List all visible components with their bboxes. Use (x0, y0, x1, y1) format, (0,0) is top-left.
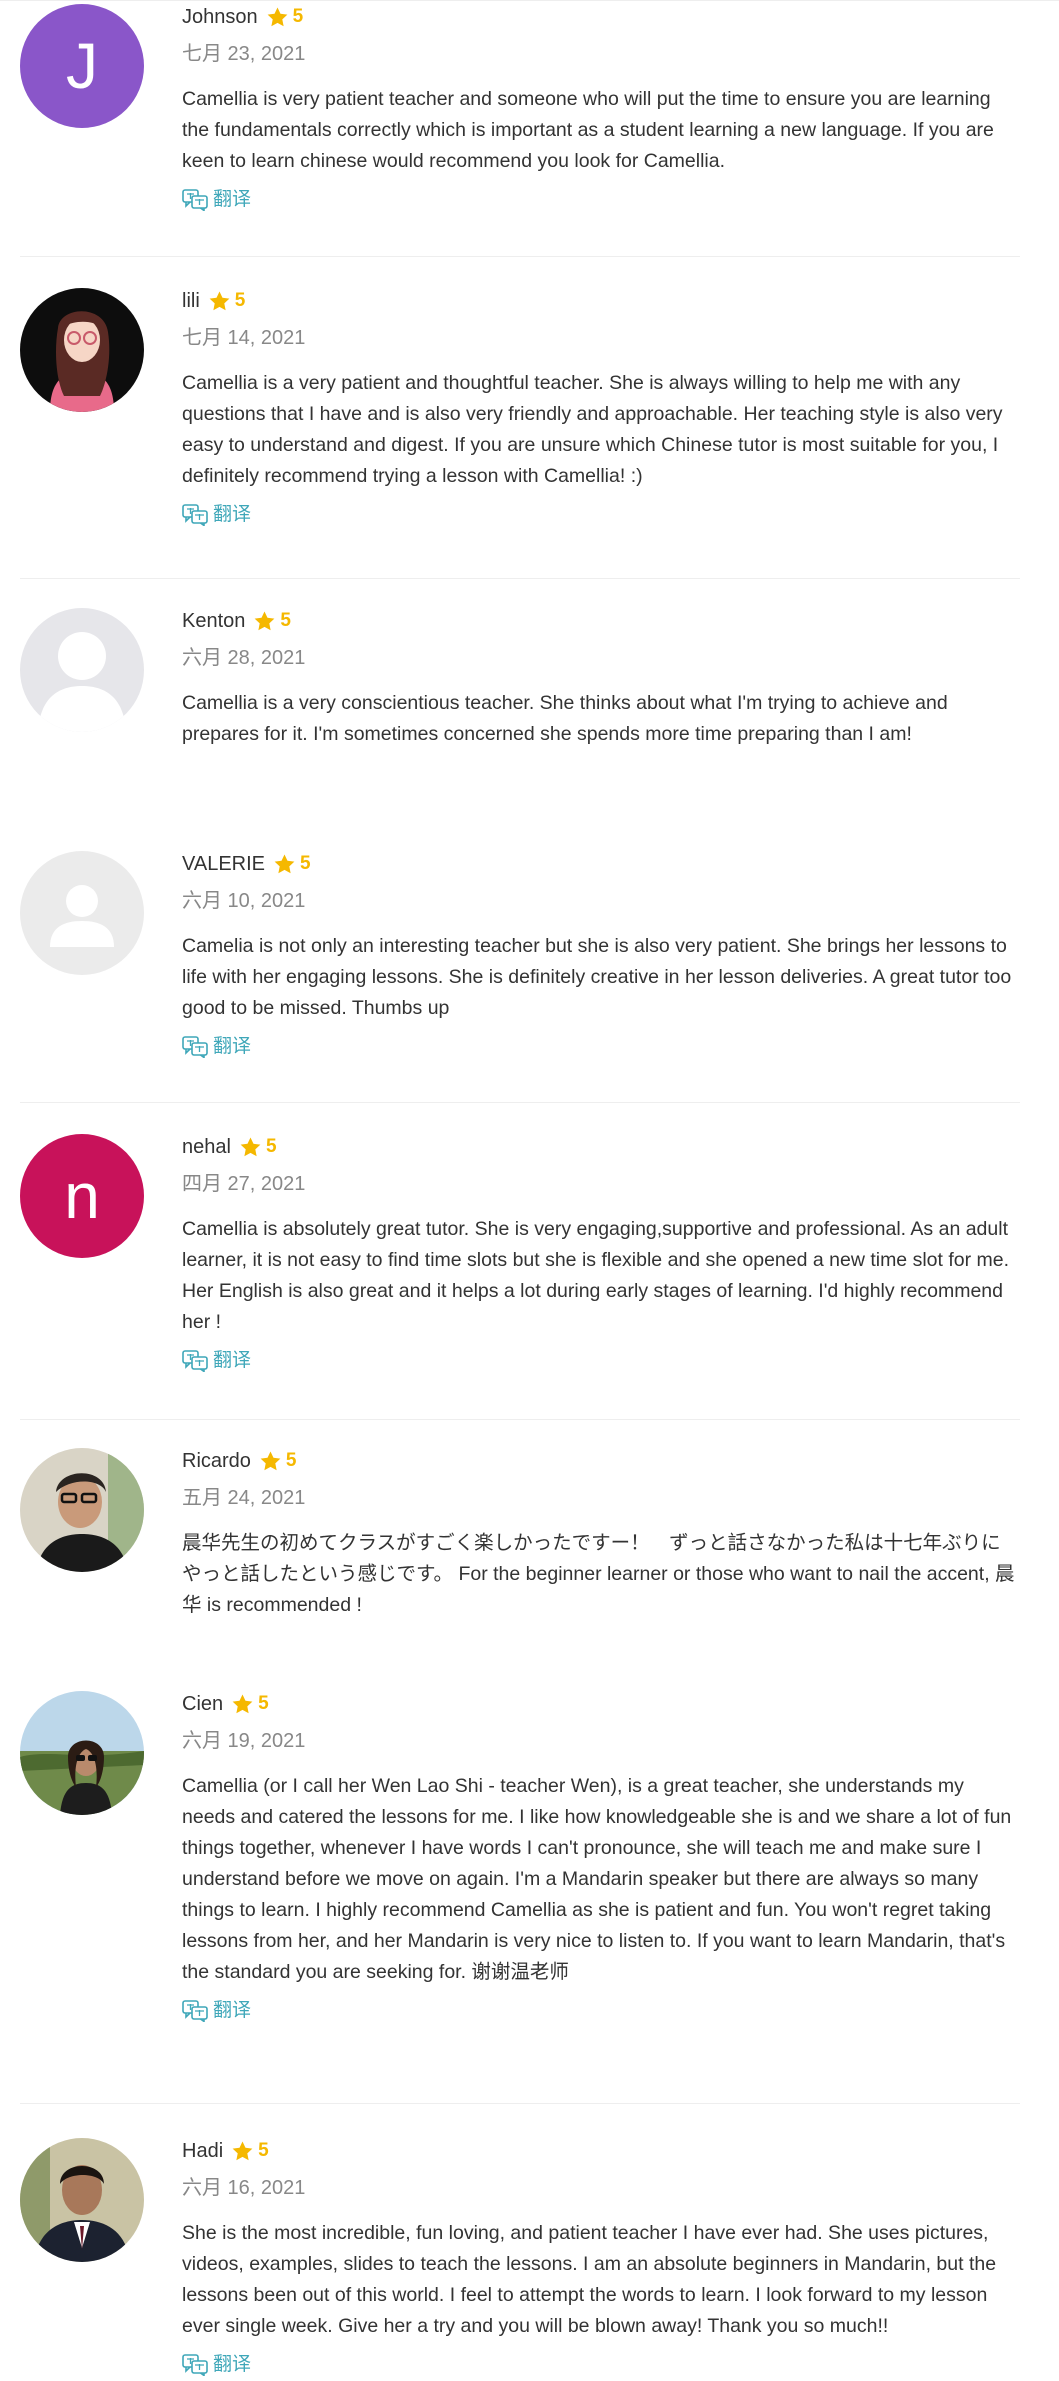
star-icon (260, 1450, 281, 1470)
rating-value: 5 (265, 1136, 277, 1157)
translate-button[interactable]: 翻译 (182, 503, 251, 527)
review-text: Camellia is a very conscientious teacher… (182, 692, 948, 745)
avatar-letter: J (66, 30, 98, 102)
avatar[interactable] (20, 2138, 144, 2262)
avatar-photo (20, 2138, 144, 2262)
avatar-photo (20, 1691, 144, 1815)
default-user-icon (20, 608, 144, 732)
review-text: Camellia (or I call her Wen Lao Shi - te… (182, 1775, 1012, 1983)
divider (20, 256, 1020, 257)
avatar-letter: n (64, 1160, 100, 1232)
translate-button[interactable]: 翻译 (182, 1999, 251, 2023)
review-date: 五月 24, 2021 (182, 1487, 306, 1509)
translate-icon (182, 504, 208, 526)
rating-value: 5 (285, 1450, 297, 1471)
divider (20, 578, 1020, 579)
rating-value: 5 (300, 853, 311, 874)
divider (20, 1419, 1020, 1420)
avatar-photo (20, 288, 144, 412)
star-icon (232, 2140, 253, 2160)
avatar[interactable]: J (20, 4, 144, 128)
reviewer-name[interactable]: VALERIE (182, 851, 265, 877)
default-user-icon (20, 851, 144, 975)
rating-value: 5 (258, 1693, 269, 1714)
avatar[interactable] (20, 851, 144, 975)
translate-icon (182, 2354, 208, 2376)
review-date: 七月 23, 2021 (182, 43, 306, 65)
translate-label: 翻译 (213, 2000, 252, 2021)
review-text: Camellia is a very patient and thoughtfu… (182, 372, 1003, 487)
review-date: 六月 19, 2021 (182, 1730, 306, 1752)
star-icon (267, 6, 287, 26)
translate-button[interactable]: 翻译 (182, 1349, 251, 1373)
translate-label: 翻译 (213, 1036, 252, 1057)
review-date: 六月 28, 2021 (182, 647, 306, 669)
rating-value: 5 (280, 610, 291, 631)
review-date: 六月 16, 2021 (182, 2177, 306, 2199)
reviewer-name[interactable]: Kenton (182, 608, 245, 634)
star-icon (209, 290, 230, 310)
avatar[interactable] (20, 288, 144, 412)
translate-label: 翻译 (213, 2354, 252, 2375)
avatar[interactable] (20, 608, 144, 732)
rating-value: 5 (258, 2140, 269, 2161)
reviewer-name[interactable]: nehal (182, 1134, 231, 1160)
divider (20, 1102, 1020, 1103)
divider (20, 2103, 1020, 2104)
review-text: Camellia is absolutely great tutor. She … (182, 1218, 1010, 1333)
translate-label: 翻译 (213, 1350, 252, 1371)
review-text: Camelia is not only an interesting teach… (182, 935, 1012, 1019)
star-icon (232, 1693, 253, 1713)
translate-button[interactable]: 翻译 (182, 1035, 251, 1059)
reviewer-name[interactable]: Johnson (182, 4, 258, 30)
review-date: 七月 14, 2021 (182, 327, 306, 349)
translate-icon (182, 2000, 208, 2022)
translate-button[interactable]: 翻译 (182, 2353, 251, 2377)
reviewer-name[interactable]: Hadi (182, 2138, 223, 2164)
reviewer-name[interactable]: Cien (182, 1691, 223, 1717)
translate-label: 翻译 (213, 189, 252, 210)
star-icon (274, 853, 295, 873)
translate-icon (182, 1350, 208, 1372)
star-icon (240, 1136, 261, 1156)
rating-value: 5 (292, 6, 304, 27)
translate-button[interactable]: 翻译 (182, 188, 251, 212)
avatar[interactable] (20, 1691, 144, 1815)
review-text: Camellia is very patient teacher and som… (182, 88, 994, 172)
top-divider (0, 0, 1059, 1)
review-text: 晨华先生の初めてクラスがすごく楽しかったですー！ ずっと話さなかった私は十七年ぶ… (182, 1532, 1015, 1616)
translate-label: 翻译 (213, 504, 252, 525)
review-text: She is the most incredible, fun loving, … (182, 2222, 997, 2337)
star-icon (255, 610, 275, 630)
reviewer-name[interactable]: lili (182, 288, 200, 314)
translate-icon (182, 189, 208, 211)
review-date: 六月 10, 2021 (182, 890, 306, 912)
translate-icon (182, 1036, 208, 1058)
avatar[interactable] (20, 1448, 144, 1572)
avatar-photo (20, 1448, 144, 1572)
rating-value: 5 (234, 290, 246, 311)
review-date: 四月 27, 2021 (182, 1173, 306, 1195)
avatar[interactable]: n (20, 1134, 144, 1258)
reviewer-name[interactable]: Ricardo (182, 1448, 251, 1474)
